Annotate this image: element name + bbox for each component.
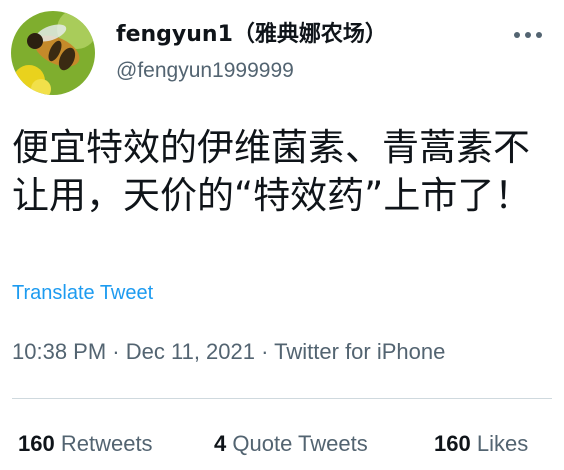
- quote-tweets-label: Quote Tweets: [232, 431, 368, 456]
- tweet-time[interactable]: 10:38 PM: [12, 339, 106, 364]
- likes-stat[interactable]: 160 Likes: [434, 430, 528, 458]
- quote-tweets-stat[interactable]: 4 Quote Tweets: [214, 430, 368, 458]
- more-options-button[interactable]: [508, 20, 548, 50]
- likes-count: 160: [434, 431, 471, 456]
- display-name[interactable]: fengyun1（雅典娜农场）: [116, 22, 387, 48]
- retweets-label: Retweets: [60, 431, 153, 456]
- user-handle[interactable]: @fengyun1999999: [116, 58, 294, 84]
- tweet-date[interactable]: Dec 11, 2021: [126, 339, 255, 364]
- bee-on-flower-avatar-icon: [11, 11, 95, 95]
- tweet-source[interactable]: Twitter for iPhone: [274, 339, 445, 364]
- translate-tweet-link[interactable]: Translate Tweet: [12, 280, 153, 306]
- divider: [12, 398, 552, 399]
- separator-dot: ·: [112, 339, 120, 364]
- retweets-count: 160: [18, 431, 55, 456]
- separator-dot: ·: [261, 339, 269, 364]
- likes-label: Likes: [476, 431, 529, 456]
- retweets-stat[interactable]: 160 Retweets: [18, 430, 153, 458]
- avatar[interactable]: [11, 11, 95, 95]
- tweet-text: 便宜特效的伊维菌素、青蒿素不让用，天价的“特效药”上市了！: [12, 126, 532, 217]
- tweet-metadata: 10:38 PM · Dec 11, 2021 · Twitter for iP…: [12, 338, 445, 366]
- ellipsis-icon: [514, 32, 542, 38]
- quote-tweets-count: 4: [214, 431, 227, 456]
